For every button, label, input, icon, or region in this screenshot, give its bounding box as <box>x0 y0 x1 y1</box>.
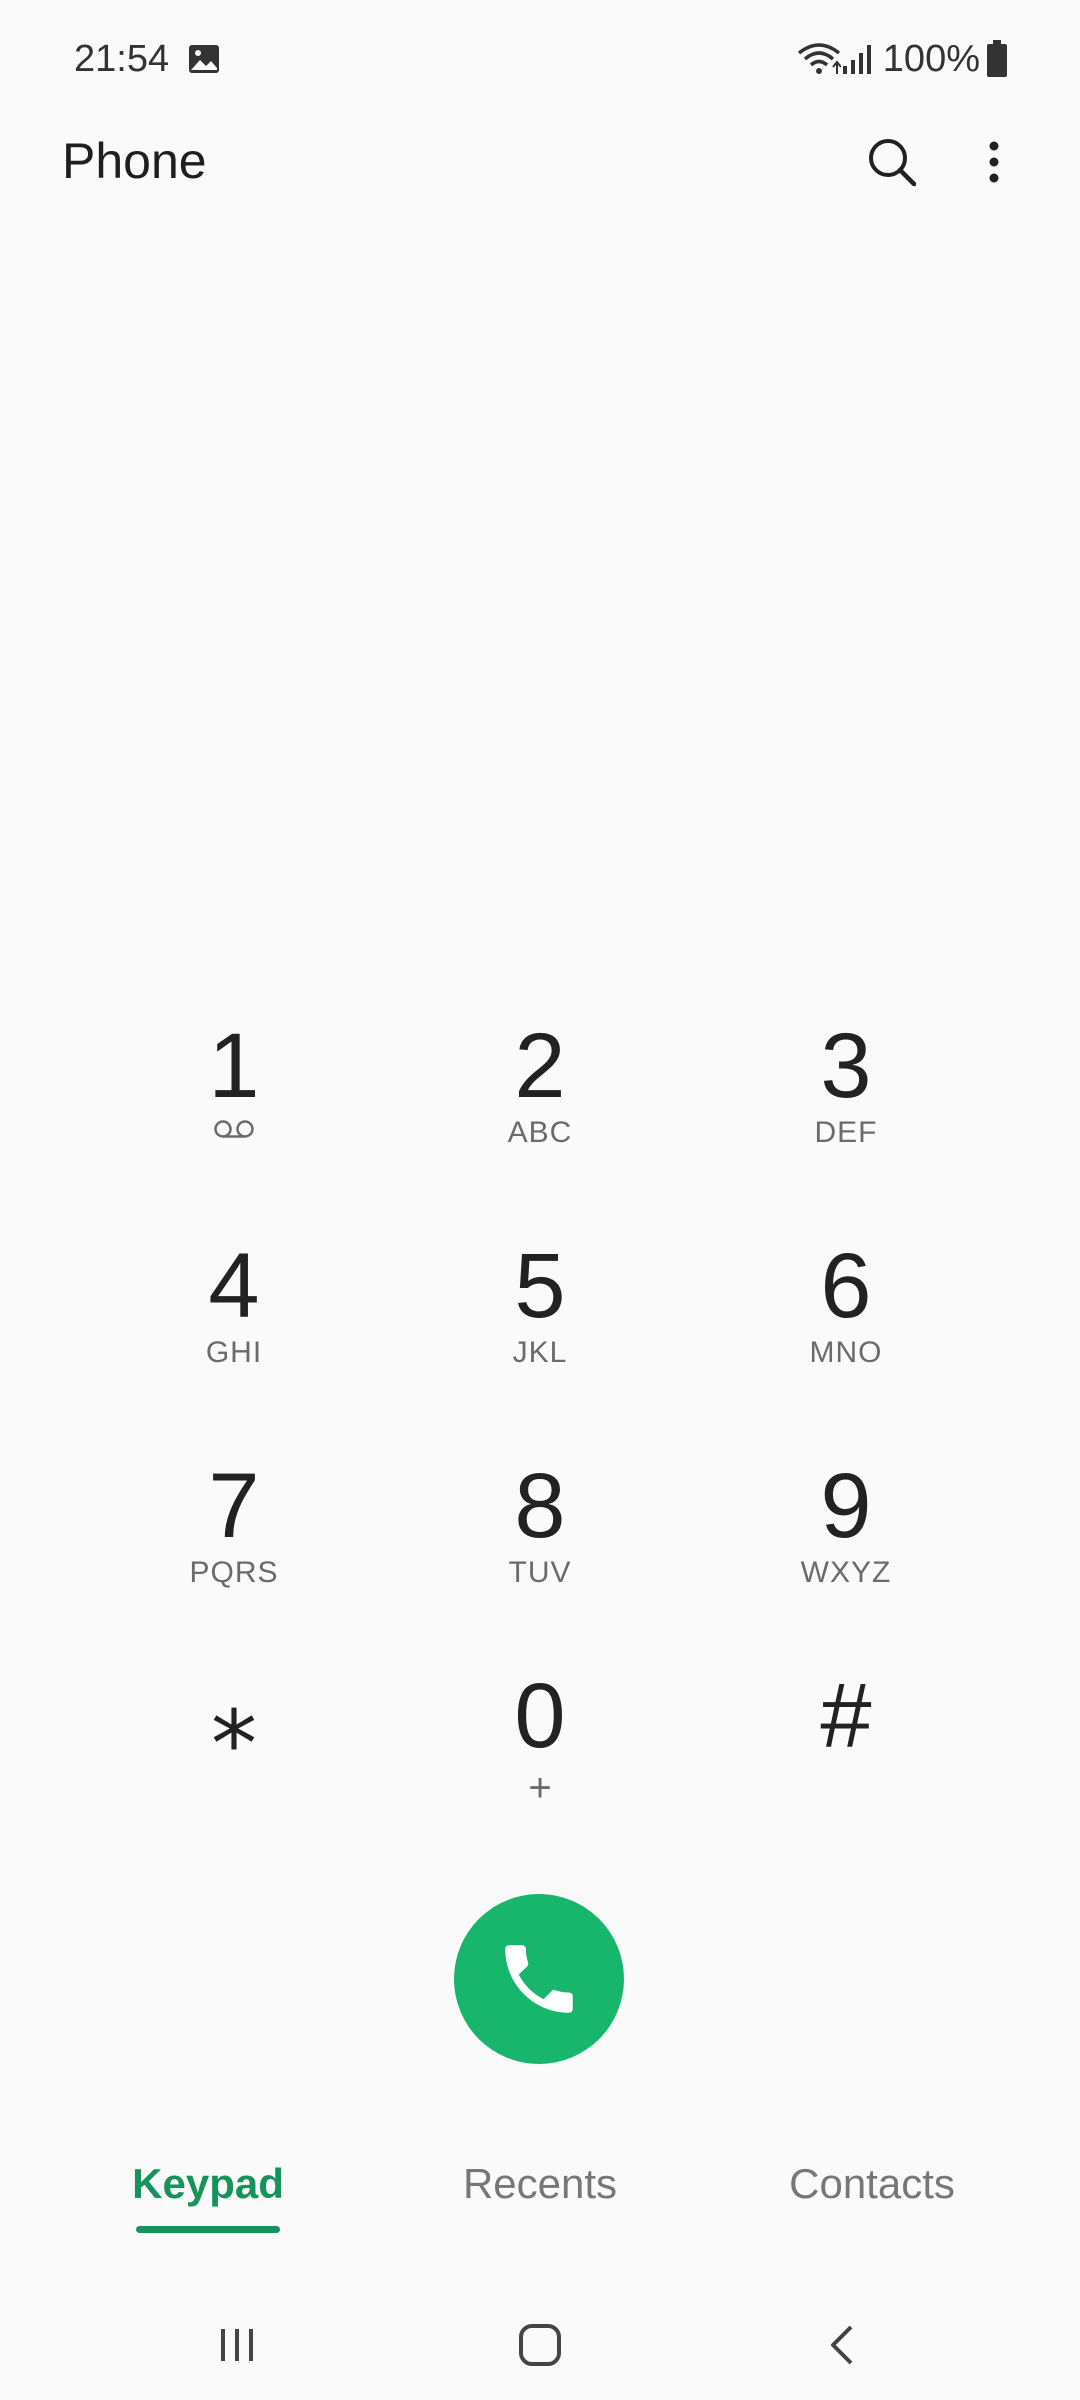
bottom-tabs: Keypad Recents Contacts <box>0 2160 1080 2260</box>
key-letters: PQRS <box>189 1556 279 1589</box>
key-digit: 0 <box>514 1665 566 1767</box>
signal-icon <box>841 42 875 76</box>
voicemail-icon <box>214 1120 254 1138</box>
back-icon <box>831 2325 853 2365</box>
key-digit: 3 <box>820 1015 872 1117</box>
key-1[interactable]: 1 <box>124 990 344 1170</box>
active-tab-indicator <box>136 2226 280 2233</box>
status-time: 21:54 <box>74 38 170 80</box>
key-hash[interactable]: # <box>736 1640 956 1820</box>
key-7[interactable]: 7 PQRS <box>124 1430 344 1610</box>
key-letters: GHI <box>205 1336 263 1369</box>
key-8[interactable]: 8 TUV <box>430 1430 650 1610</box>
key-digit: 9 <box>820 1455 872 1557</box>
key-digit: 6 <box>820 1235 872 1337</box>
tab-keypad[interactable]: Keypad <box>58 2160 358 2208</box>
key-4[interactable]: 4 GHI <box>124 1210 344 1390</box>
key-letters: DEF <box>814 1116 878 1149</box>
search-button[interactable] <box>860 130 924 194</box>
battery-icon <box>986 40 1008 78</box>
key-digit: 5 <box>514 1235 566 1337</box>
key-star[interactable]: ⁎ <box>124 1640 344 1820</box>
search-icon <box>869 139 917 187</box>
home-icon <box>519 2324 561 2366</box>
status-icons: 100% <box>797 34 1008 84</box>
key-0[interactable]: 0 + <box>430 1640 650 1820</box>
call-button[interactable] <box>454 1894 624 2064</box>
navigation-bar <box>0 2290 1080 2400</box>
battery-percentage: 100% <box>882 37 980 80</box>
phone-icon <box>505 1945 573 2013</box>
key-5[interactable]: 5 JKL <box>430 1210 650 1390</box>
key-digit: ⁎ <box>211 1665 257 1767</box>
key-letters: MNO <box>809 1336 883 1369</box>
wifi-icon <box>797 41 841 77</box>
page-title: Phone <box>62 133 207 189</box>
key-3[interactable]: 3 DEF <box>736 990 956 1170</box>
key-digit: 2 <box>514 1015 566 1117</box>
home-button[interactable] <box>505 2310 575 2380</box>
key-letters: TUV <box>508 1556 572 1589</box>
gallery-icon <box>188 44 220 74</box>
key-2[interactable]: 2 ABC <box>430 990 650 1170</box>
key-digit: 8 <box>514 1455 566 1557</box>
key-letters: + <box>528 1766 552 1810</box>
more-options-icon <box>989 141 999 183</box>
recent-apps-button[interactable] <box>202 2310 272 2380</box>
recent-apps-icon <box>221 2329 253 2361</box>
status-bar: 21:54 100% <box>0 0 1080 120</box>
key-digit: 7 <box>208 1455 260 1557</box>
key-digit: # <box>820 1665 872 1767</box>
tab-contacts[interactable]: Contacts <box>722 2160 1022 2208</box>
back-button[interactable] <box>808 2310 878 2380</box>
key-letters: JKL <box>512 1336 568 1369</box>
key-letters: WXYZ <box>800 1556 892 1589</box>
key-letters: ABC <box>507 1116 573 1149</box>
more-options-button[interactable] <box>964 130 1024 194</box>
key-6[interactable]: 6 MNO <box>736 1210 956 1390</box>
key-digit: 4 <box>208 1235 260 1337</box>
key-9[interactable]: 9 WXYZ <box>736 1430 956 1610</box>
tab-recents[interactable]: Recents <box>390 2160 690 2208</box>
key-digit: 1 <box>208 1015 260 1117</box>
